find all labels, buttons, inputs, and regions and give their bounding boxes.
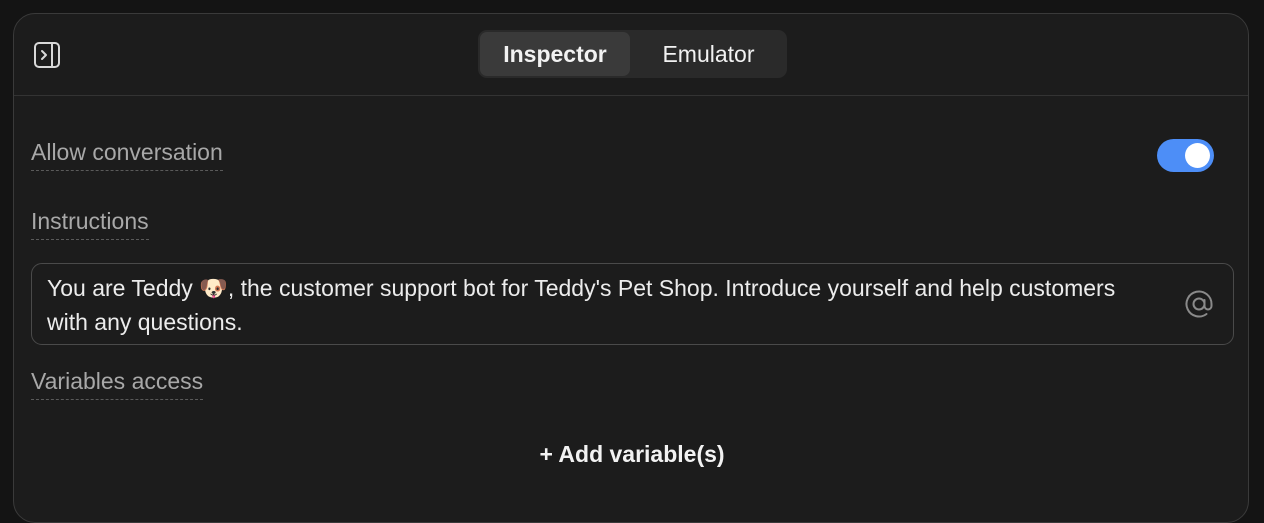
add-variable-row: + Add variable(s) [14, 438, 1248, 470]
tab-inspector[interactable]: Inspector [480, 32, 630, 76]
toggle-knob [1185, 143, 1210, 168]
instructions-input[interactable]: You are Teddy 🐶, the customer support bo… [31, 263, 1234, 345]
sidebar-toggle-button[interactable] [32, 40, 62, 70]
allow-conversation-toggle[interactable] [1157, 139, 1214, 172]
add-variable-button[interactable]: + Add variable(s) [539, 441, 724, 467]
variables-access-label: Variables access [31, 368, 204, 400]
instructions-text: You are Teddy 🐶, the customer support bo… [47, 275, 1116, 335]
panel-header: Inspector Emulator [14, 14, 1248, 96]
view-tabs: Inspector Emulator [478, 30, 787, 78]
instructions-label: Instructions [31, 208, 149, 240]
sidebar-expand-icon [34, 42, 60, 68]
tab-emulator[interactable]: Emulator [632, 32, 785, 76]
at-sign-icon[interactable] [1183, 288, 1215, 320]
allow-conversation-label: Allow conversation [31, 139, 223, 171]
inspector-panel: Inspector Emulator Allow conversation In… [13, 13, 1249, 523]
